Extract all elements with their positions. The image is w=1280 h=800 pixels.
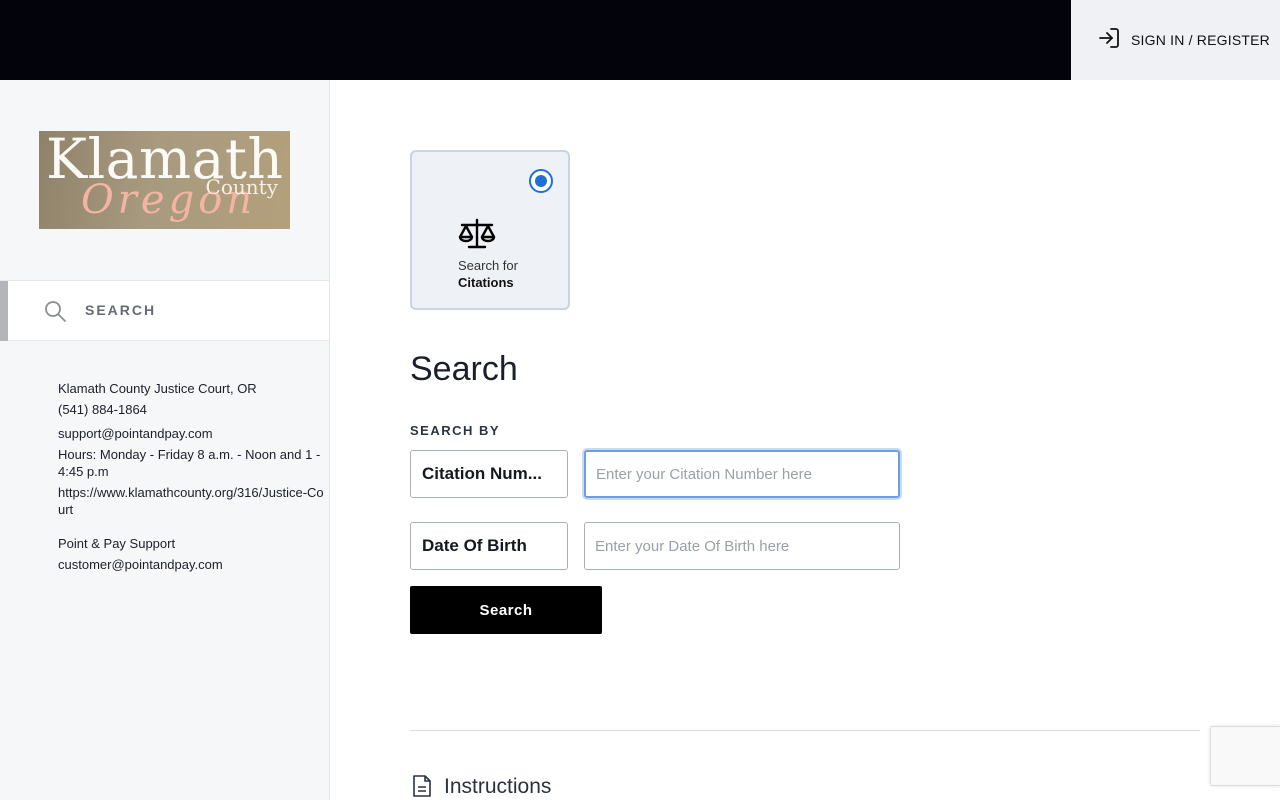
card-radio-selected[interactable]	[529, 169, 553, 193]
section-divider	[410, 730, 1200, 731]
citation-number-input[interactable]	[584, 450, 900, 498]
search-field-selector-citation[interactable]: Citation Num...	[410, 450, 568, 498]
court-name: Klamath County Justice Court, OR	[58, 381, 257, 396]
recaptcha-badge[interactable]	[1210, 726, 1280, 786]
search-button[interactable]: Search	[410, 586, 602, 634]
card-label-line1: Search for	[458, 258, 518, 273]
sign-in-register-button[interactable]: SIGN IN / REGISTER	[1071, 0, 1280, 80]
search-label: SEARCH	[85, 302, 157, 318]
support-title: Point & Pay Support	[58, 536, 176, 551]
instructions-heading[interactable]: Instructions	[444, 775, 551, 799]
county-logo: Klamath Oregon County	[39, 131, 290, 229]
court-hours: Hours: Monday - Friday 8 a.m. - Noon and…	[58, 447, 321, 479]
sign-in-label: SIGN IN / REGISTER	[1131, 32, 1270, 48]
card-label-line2: Citations	[458, 275, 514, 290]
search-by-label: SEARCH BY	[410, 423, 501, 438]
main-content: Search for Citations Search SEARCH BY Ci…	[330, 80, 1280, 800]
logo-text-county: County	[205, 175, 278, 199]
court-email: support@pointandpay.com	[58, 426, 213, 441]
court-phone: (541) 884-1864	[58, 402, 147, 417]
search-accent-bar	[0, 281, 8, 341]
sign-in-arrow-icon	[1097, 26, 1121, 55]
sidebar-search[interactable]: SEARCH	[0, 280, 329, 341]
search-for-citations-card[interactable]: Search for Citations	[410, 150, 570, 310]
sidebar: Klamath Oregon County SEARCH Klamath Cou…	[0, 80, 330, 800]
search-field-selector-dob[interactable]: Date Of Birth	[410, 522, 568, 570]
court-website-link[interactable]: https://www.klamathcounty.org/316/Justic…	[58, 484, 328, 518]
date-of-birth-input[interactable]	[584, 522, 900, 570]
page-title: Search	[410, 350, 518, 388]
support-email: customer@pointandpay.com	[58, 557, 223, 572]
